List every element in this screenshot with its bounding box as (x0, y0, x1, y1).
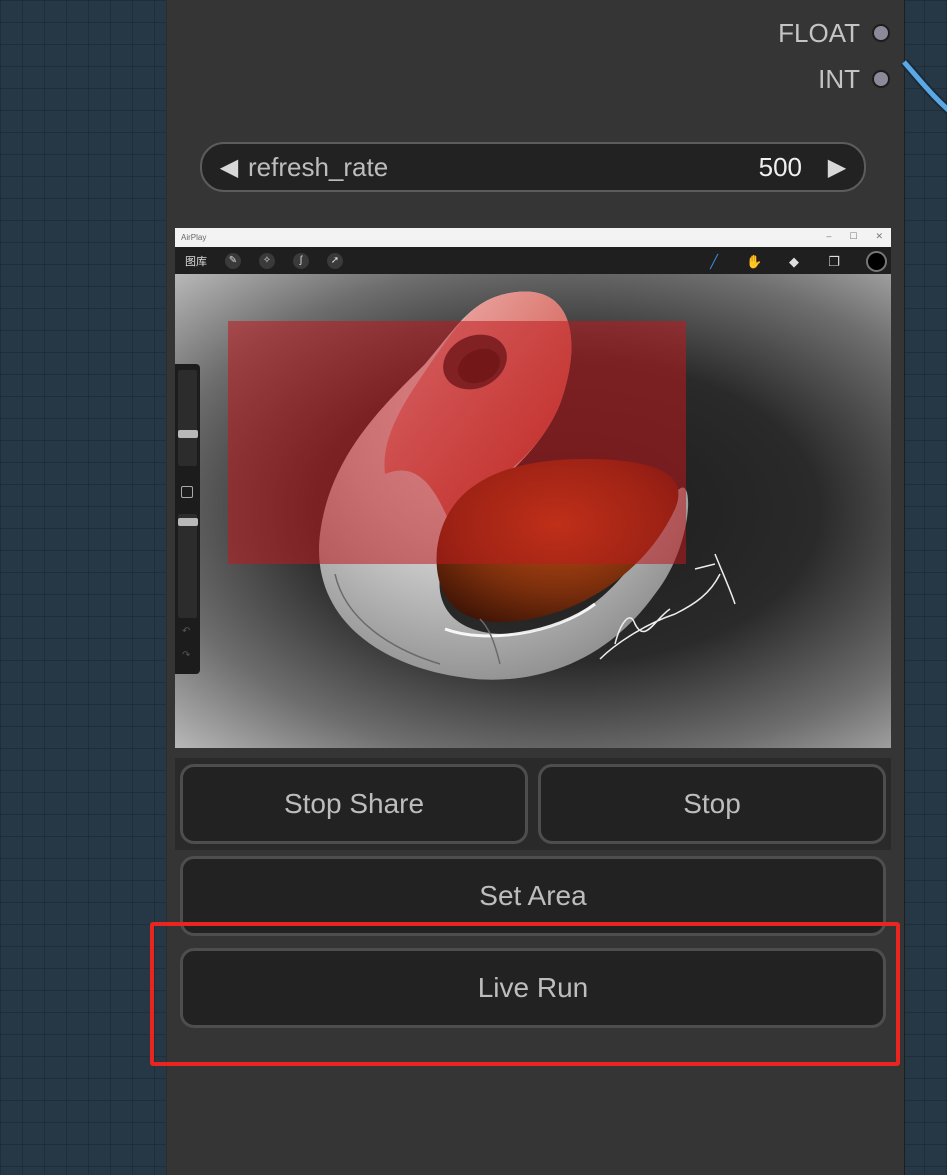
output-slot-label: INT (818, 63, 860, 94)
redo-icon[interactable]: ↷ (182, 650, 190, 661)
opacity-slider-knob[interactable] (178, 518, 198, 526)
arrow-cursor-icon: ➚ (327, 252, 343, 269)
output-slot-float[interactable]: FLOAT (778, 18, 890, 48)
close-icon: ✕ (875, 231, 883, 241)
color-swatch-icon (866, 251, 887, 272)
output-slot-int[interactable]: INT (818, 64, 890, 94)
output-wire (900, 59, 947, 115)
live-run-button[interactable]: Live Run (180, 948, 886, 1028)
set-area-button[interactable]: Set Area (180, 856, 886, 936)
brush-size-slider[interactable]: ↶ ↷ (175, 364, 200, 674)
drawing-canvas: ↶ ↷ (175, 274, 891, 748)
stop-share-button[interactable]: Stop Share (180, 764, 528, 844)
opacity-slider-track[interactable] (178, 514, 197, 618)
increment-arrow-icon[interactable]: ▶ (820, 153, 854, 182)
decrement-arrow-icon[interactable]: ◀ (212, 153, 246, 182)
preview-window-titlebar: AirPlay – ☐ ✕ (175, 228, 891, 247)
selection-s-icon: ʃ (293, 252, 309, 269)
output-slot-dot[interactable] (872, 24, 890, 42)
preview-window-title: AirPlay (181, 233, 207, 242)
maximize-icon: ☐ (849, 231, 858, 241)
size-slider-track[interactable] (178, 370, 197, 466)
undo-icon[interactable]: ↶ (182, 626, 190, 637)
widget-label: refresh_rate (248, 151, 389, 182)
widget-value[interactable]: 500 (759, 152, 802, 183)
minimize-icon: – (826, 231, 832, 241)
selected-capture-area (228, 321, 686, 564)
modify-square-icon[interactable] (181, 486, 193, 498)
stop-button[interactable]: Stop (538, 764, 886, 844)
refresh-rate-widget[interactable]: ◀ refresh_rate 500 ▶ (200, 142, 866, 192)
eraser-icon: ◆ (789, 253, 799, 269)
output-slot-label: FLOAT (778, 17, 860, 48)
smudge-icon: ✋ (746, 253, 763, 269)
preview-toolbar-tools: ╱ ✋ ◆ ❐ (706, 251, 887, 272)
magic-wand-icon: ✧ (259, 252, 275, 269)
preview-app-toolbar: 图库 ✎ ✧ ʃ ➚ ╱ ✋ ◆ ❐ (175, 247, 891, 274)
brush-icon: ╱ (710, 253, 718, 269)
share-controls-row: Stop Share Stop (175, 758, 891, 850)
screen-preview[interactable]: AirPlay – ☐ ✕ 图库 ✎ ✧ ʃ ➚ ╱ ✋ ◆ ❐ ↶ ↷ (175, 228, 891, 748)
output-slot-dot[interactable] (872, 70, 890, 88)
wrench-icon: ✎ (225, 252, 241, 269)
preview-window-controls: – ☐ ✕ (826, 231, 883, 242)
gallery-label: 图库 (185, 255, 207, 268)
layers-icon: ❐ (828, 253, 840, 269)
size-slider-knob[interactable] (178, 430, 198, 438)
screen-share-node: FLOAT INT ◀ refresh_rate 500 ▶ AirPlay –… (166, 0, 905, 1175)
